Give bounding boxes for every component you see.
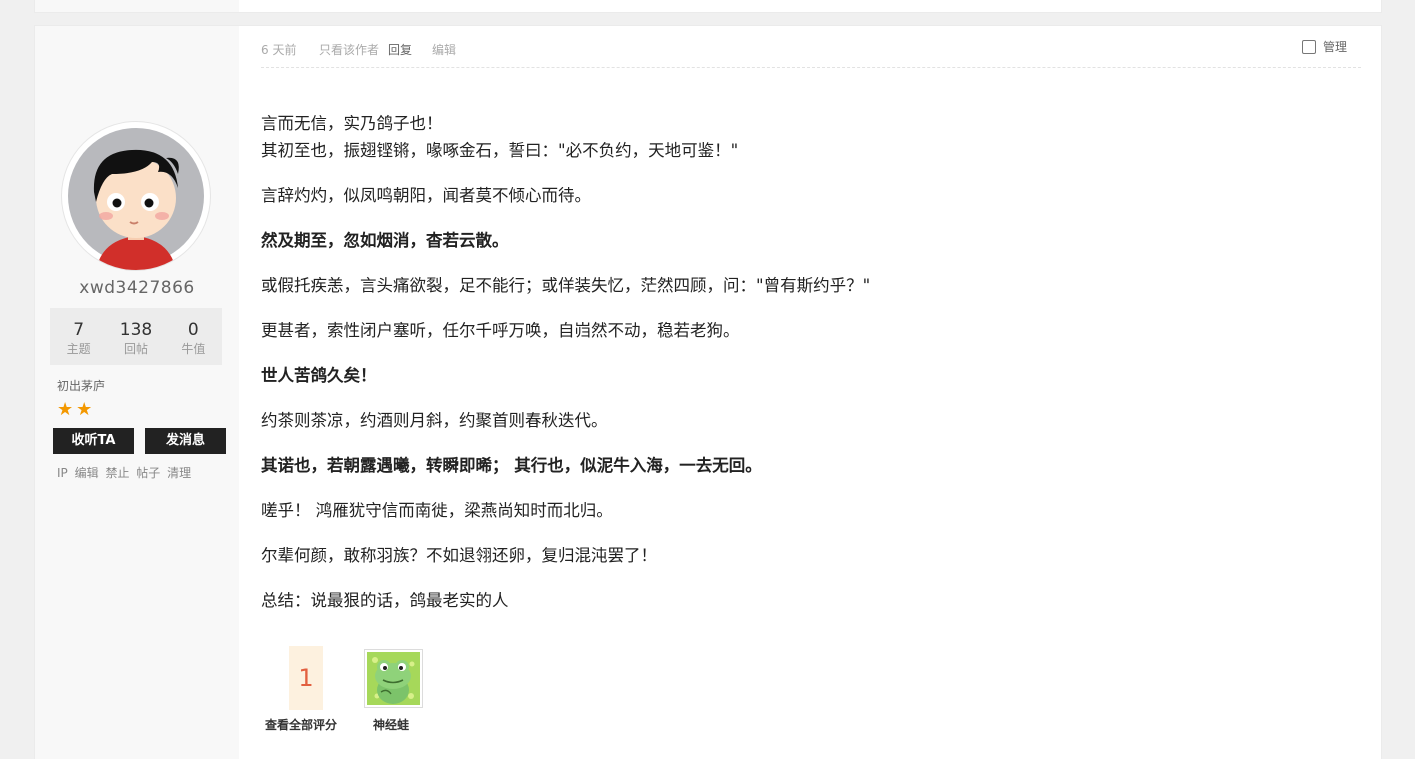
paragraph-6: 世人苦鸽久矣！ (261, 366, 377, 385)
post-content: 6 天前 只看该作者 回复 编辑 管理 言而无信，实乃鸽子也！ 其初至也，振翅铿… (261, 26, 1361, 759)
edit-link[interactable]: 编辑 (432, 41, 456, 58)
previous-post-sidebar (35, 0, 239, 12)
manage-label: 管理 (1322, 40, 1347, 54)
paragraph-8: 其诺也，若朝露遇曦，转瞬即晞； 其行也，似泥牛入海，一去无回。 (261, 456, 762, 475)
send-message-button[interactable]: 发消息 (145, 428, 226, 454)
paragraph-2: 言辞灼灼，似凤鸣朝阳，闻者莫不倾心而待。 (261, 186, 591, 205)
post-meta-bar: 6 天前 只看该作者 回复 编辑 管理 (261, 38, 1361, 68)
rater-name[interactable]: 神经蛙 (373, 716, 409, 733)
stat-reputation-label: 牛值 (181, 342, 206, 356)
admin-link-ip[interactable]: IP (57, 466, 68, 480)
avatar[interactable] (62, 122, 210, 270)
frog-icon (367, 652, 420, 705)
manage-checkbox[interactable] (1301, 39, 1316, 54)
paragraph-3: 然及期至，忽如烟消，杳若云散。 (261, 231, 509, 250)
stat-topics[interactable]: 7 主题 (50, 308, 107, 365)
username[interactable]: xwd3427866 (35, 278, 239, 298)
paragraph-1-line-1: 言而无信，实乃鸽子也！ (261, 114, 443, 133)
admin-link-posts[interactable]: 帖子 (136, 466, 160, 480)
previous-post-card (34, 0, 1382, 13)
view-all-ratings-link[interactable]: 查看全部评分 (265, 716, 337, 733)
paragraph-11: 总结：说最狠的话，鸽最老实的人 (261, 591, 509, 610)
author-sidebar: xwd3427866 7 主题 138 回帖 0 牛值 初出茅庐 ★★ 收听TA… (35, 26, 239, 759)
reply-link[interactable]: 回复 (388, 41, 412, 58)
admin-link-edit[interactable]: 编辑 (75, 466, 99, 480)
avatar-image (68, 128, 204, 270)
admin-link-ban[interactable]: 禁止 (105, 466, 129, 480)
stat-reputation-count: 0 (187, 320, 199, 340)
admin-links: IP 编辑 禁止 帖子 清理 (57, 464, 194, 481)
user-rank: 初出茅庐 (57, 379, 106, 393)
paragraph-10: 尔辈何颜，敢称羽族？不如退翎还卵，复归混沌罢了！ (261, 546, 657, 565)
star-rating-icon: ★★ (57, 399, 96, 420)
post-card: xwd3427866 7 主题 138 回帖 0 牛值 初出茅庐 ★★ 收听TA… (34, 25, 1382, 759)
stat-replies[interactable]: 138 回帖 (107, 308, 164, 365)
post-body: 言而无信，实乃鸽子也！ 其初至也，振翅铿锵，喙啄金石，誓曰："必不负约，天地可鉴… (261, 110, 1341, 610)
follow-button[interactable]: 收听TA (53, 428, 134, 454)
paragraph-5: 更甚者，索性闭户塞听，任尔千呼万唤，自岿然不动，稳若老狗。 (261, 321, 740, 340)
admin-link-clean[interactable]: 清理 (167, 466, 191, 480)
paragraph-4: 或假托疾恙，言头痛欲裂，足不能行；或佯装失忆，茫然四顾，问："曾有斯约乎？" (261, 276, 871, 295)
paragraph-7: 约茶则茶凉，约酒则月斜，约聚首则春秋迭代。 (261, 411, 608, 430)
paragraph-1-line-2: 其初至也，振翅铿锵，喙啄金石，誓曰："必不负约，天地可鉴！" (261, 141, 739, 160)
stat-topics-count: 7 (73, 320, 85, 340)
stat-replies-count: 138 (119, 320, 153, 340)
rating-count: 1 (298, 664, 314, 692)
post-time: 6 天前 (261, 43, 297, 57)
user-stats: 7 主题 138 回帖 0 牛值 (50, 308, 222, 365)
paragraph-9: 嗟乎！ 鸿雁犹守信而南徙，梁燕尚知时而北归。 (261, 501, 613, 520)
stat-reputation[interactable]: 0 牛值 (165, 308, 222, 365)
manage-control[interactable]: 管理 (1301, 38, 1347, 55)
rating-count-box[interactable]: 1 (289, 646, 323, 710)
author-only-link[interactable]: 只看该作者 (319, 41, 379, 58)
stat-topics-label: 主题 (66, 342, 91, 356)
rater-avatar[interactable] (364, 649, 423, 708)
stat-replies-label: 回帖 (123, 342, 148, 356)
